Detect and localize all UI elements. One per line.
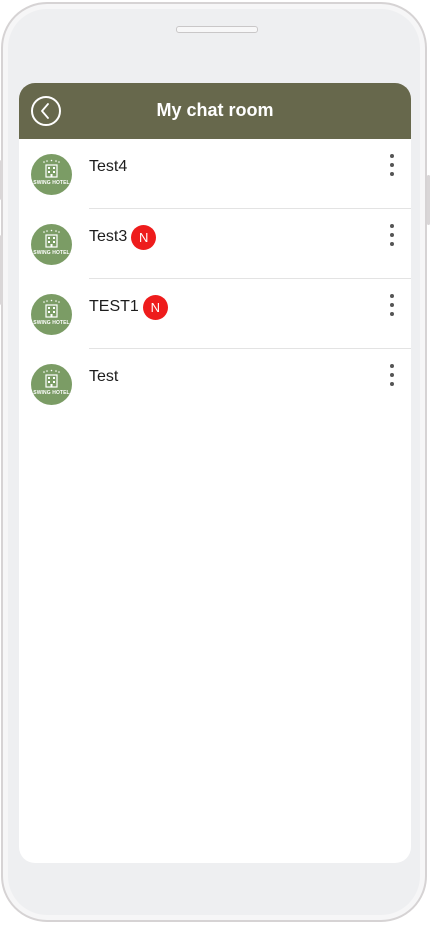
hotel-building-icon bbox=[43, 369, 60, 388]
hotel-building-icon bbox=[43, 299, 60, 318]
avatar-logo-text: SWING HOTEL bbox=[33, 390, 70, 396]
more-options-icon[interactable] bbox=[385, 293, 399, 317]
new-message-badge: N bbox=[131, 224, 157, 250]
chat-room-title: TEST1 N bbox=[89, 294, 168, 320]
avatar: SWING HOTEL bbox=[31, 154, 72, 195]
chat-room-item[interactable]: SWING HOTEL Test bbox=[19, 349, 411, 419]
avatar: SWING HOTEL bbox=[31, 364, 72, 405]
chat-room-name: Test bbox=[89, 368, 119, 385]
hotel-building-icon bbox=[43, 229, 60, 248]
more-options-icon[interactable] bbox=[385, 223, 399, 247]
new-message-badge: N bbox=[142, 294, 168, 320]
chat-room-item[interactable]: SWING HOTEL Test4 bbox=[19, 139, 411, 209]
more-options-icon[interactable] bbox=[385, 363, 399, 387]
header-bar: My chat room bbox=[19, 83, 411, 139]
chat-room-name: Test3 bbox=[89, 228, 128, 245]
chat-room-name: Test4 bbox=[89, 158, 128, 175]
chat-room-title: Test bbox=[89, 365, 118, 389]
chat-room-name: TEST1 bbox=[89, 298, 139, 315]
phone-speaker bbox=[176, 26, 258, 33]
hotel-building-icon bbox=[43, 159, 60, 178]
app-screen: My chat room SWING HOTEL Test4 SWING HOT… bbox=[19, 83, 411, 863]
chat-room-title: Test4 bbox=[89, 155, 127, 179]
chat-room-title: Test3 N bbox=[89, 224, 157, 250]
avatar: SWING HOTEL bbox=[31, 294, 72, 335]
chat-room-list: SWING HOTEL Test4 SWING HOTEL Test3 N SW… bbox=[19, 139, 411, 419]
chat-room-item[interactable]: SWING HOTEL Test3 N bbox=[19, 209, 411, 279]
avatar: SWING HOTEL bbox=[31, 224, 72, 265]
phone-side-button bbox=[0, 160, 3, 200]
avatar-logo-text: SWING HOTEL bbox=[33, 250, 70, 256]
more-options-icon[interactable] bbox=[385, 153, 399, 177]
avatar-logo-text: SWING HOTEL bbox=[33, 180, 70, 186]
avatar-logo-text: SWING HOTEL bbox=[33, 320, 70, 326]
chat-room-item[interactable]: SWING HOTEL TEST1 N bbox=[19, 279, 411, 349]
page-title: My chat room bbox=[156, 100, 274, 120]
phone-side-button bbox=[0, 235, 3, 305]
